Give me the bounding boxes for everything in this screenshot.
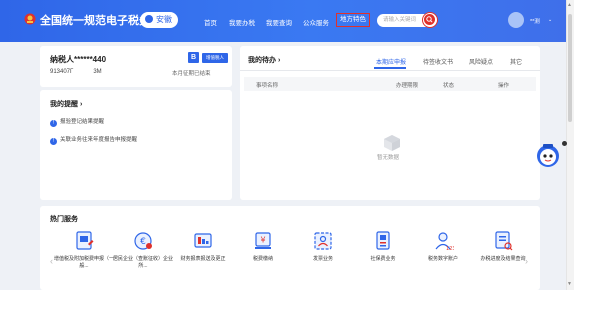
column-header-action: 操作 [498,83,510,89]
todo-table-header [244,77,536,91]
service-enterprise-income-tax[interactable]: € 居民企业（查账征收）企业所... [113,230,173,288]
chevron-right-icon: › [79,101,83,108]
reminder-item-label: 报验登记结果提醒 [60,119,105,125]
reminder-item[interactable]: ! 报验登记结果提醒 [50,117,104,127]
service-vat-declaration[interactable]: 增值税及附加税费申报（一般... [54,230,114,288]
financial-report-icon [194,233,212,248]
service-label: 居民企业（查账征收）企业所... [113,256,174,269]
scroll-up-arrow-icon[interactable]: ▲ [567,2,572,8]
service-label: 发票业务 [312,256,333,262]
service-digital-account[interactable]: 123 税务数字账户 [413,230,473,288]
tab-other[interactable]: 其它 [510,57,522,66]
nav-local-features[interactable]: 地方特色 [336,13,370,27]
filing-period-status: 本月征期已结束 [172,71,211,77]
chevron-right-icon: › [277,57,281,64]
scroll-down-arrow-icon[interactable]: ▼ [567,281,572,287]
enterprise-tax-icon: € [134,232,152,250]
location-pin-icon [145,15,153,23]
invoice-icon [314,232,332,250]
region-label: 安徽 [156,15,172,24]
service-tax-payment[interactable]: ¥ 税费缴纳 [233,230,293,288]
nav-query[interactable]: 我要查询 [266,17,292,27]
taxpayer-type-badge: 增值税人 [202,53,228,63]
chevron-left-icon[interactable]: ‹ [50,256,53,266]
user-name[interactable]: **测 [530,17,540,25]
reminder-item[interactable]: ! 关联业务往来年度报告申报提醒 [50,135,137,145]
todo-title-text: 我的待办 [248,57,276,64]
tab-current-period-filing[interactable]: 本期应申报 [376,57,406,66]
social-insurance-icon [376,231,390,250]
tax-payment-icon: ¥ [255,232,271,249]
svg-text:123: 123 [446,246,454,252]
scrollbar-thumb[interactable] [568,14,572,122]
hot-services-card: 热门服务 ‹ › 增值税及附加税费申报（一般... € 居民企业（查账征收）企业… [40,206,540,290]
assistant-robot-icon[interactable] [534,141,562,169]
nav-home[interactable]: 首页 [204,17,217,27]
taxpayer-id-suffix: 3M [93,69,102,75]
service-label: 税务数字账户 [427,256,458,262]
column-header-deadline: 办理期限 [396,83,419,89]
credit-rating-badge: B [188,52,199,63]
taxpayer-info-card: 纳税人******440 913407Γ 3M B 增值税人 本月征期已结束 [40,46,232,87]
tab-risk-issues[interactable]: 风险疑点 [469,57,493,66]
divider [240,70,540,71]
digital-account-icon: 123 [435,232,454,252]
progress-query-icon [495,231,513,251]
info-icon: ! [50,120,57,127]
service-social-insurance[interactable]: 社保费业务 [353,230,413,288]
service-financial-report[interactable]: 财务报表报送及更正 [173,230,233,288]
tab-documents-to-sign[interactable]: 待签收文书 [423,57,453,66]
hot-services-title: 热门服务 [50,216,78,223]
nav-handle-tax[interactable]: 我要办税 [229,17,255,27]
page: 全国统一规范电子税务局 安徽 首页 我要办税 我要查询 公众服务 地方特色 请输… [0,0,597,326]
notification-dot [562,141,567,146]
column-header-status: 状态 [443,83,455,89]
todo-card: 我的待办 › 本期应申报 待签收文书 风险疑点 其它 事项名称 办理期限 状态 … [240,46,540,200]
service-label: 税费缴纳 [252,256,273,262]
user-avatar[interactable] [508,12,524,28]
empty-box-icon [384,135,400,151]
service-label: 办税进度及结果查询 [480,256,526,262]
reminder-item-label: 关联业务往来年度报告申报提醒 [60,137,138,143]
nav-public-service[interactable]: 公众服务 [303,17,329,27]
taxpayer-name: 纳税人******440 [50,55,107,64]
region-selector[interactable]: 安徽 [140,12,178,28]
reminders-title-text: 我的提醒 [50,101,78,108]
vat-declare-icon [76,231,94,250]
top-navigation-bar: 全国统一规范电子税务局 安徽 首页 我要办税 我要查询 公众服务 地方特色 请输… [0,0,566,42]
service-label: 社保费业务 [370,256,396,262]
service-label: 财务报表报送及更正 [180,256,226,262]
column-header-item-name: 事项名称 [256,83,279,89]
search-icon [424,14,435,25]
info-icon: ! [50,138,57,145]
taxpayer-id-prefix: 913407Γ [50,69,74,75]
taxpayer-id: 913407Γ 3M [50,69,102,75]
search-button[interactable] [422,12,438,28]
service-invoice[interactable]: 发票业务 [293,230,353,288]
svg-text:€: € [140,237,146,247]
national-emblem-icon [24,13,36,25]
active-tab-indicator [374,67,406,69]
empty-state-text: 暂无数据 [377,155,400,161]
svg-text:¥: ¥ [260,236,265,245]
todo-title[interactable]: 我的待办 › [248,55,280,65]
service-label: 增值税及附加税费申报（一般... [54,256,115,269]
reminders-title[interactable]: 我的提醒 › [50,99,82,109]
reminders-card: 我的提醒 › ! 报验登记结果提醒 ! 关联业务往来年度报告申报提醒 [40,90,232,200]
service-progress-query[interactable]: 办税进度及结果查询 [473,230,533,288]
chevron-down-icon[interactable]: ⌄ [548,17,552,23]
